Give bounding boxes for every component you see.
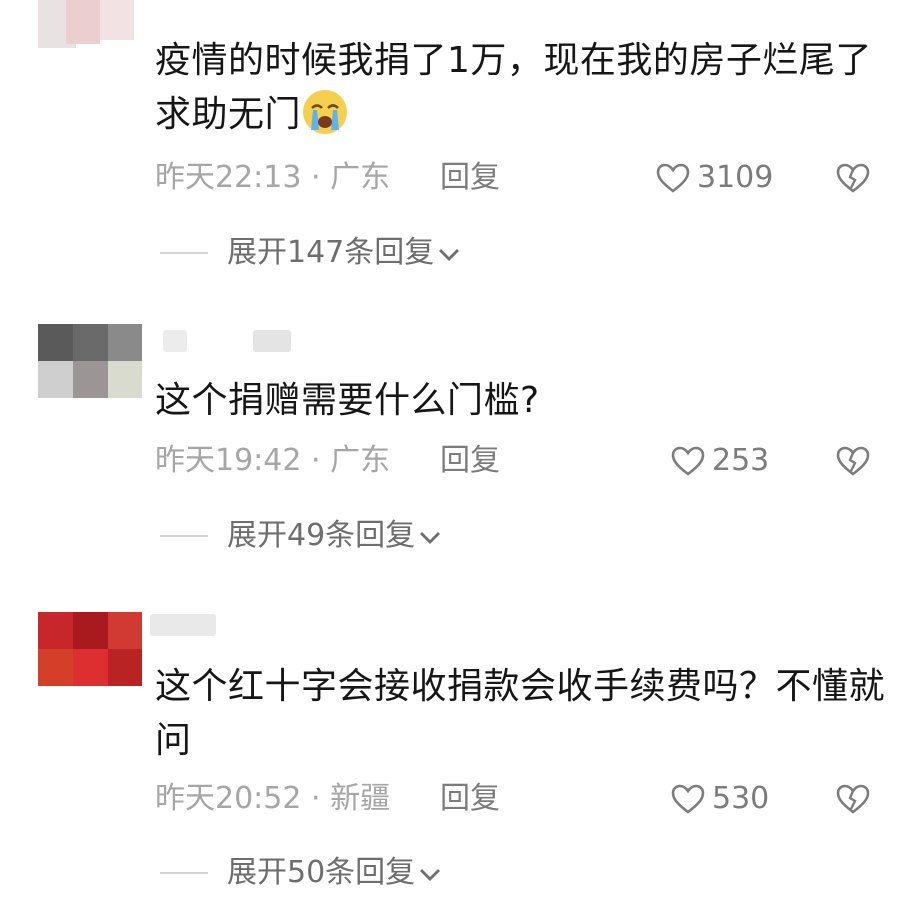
avatar[interactable] — [38, 612, 142, 686]
username-blurred — [155, 324, 291, 354]
avatar[interactable] — [38, 324, 142, 398]
expand-replies[interactable]: 展开50条回复 — [155, 853, 555, 893]
chevron-down-icon — [420, 868, 441, 881]
like-count: 530 — [712, 781, 770, 816]
reply-button[interactable]: 回复 — [440, 158, 500, 198]
timestamp-location: 昨天22:13 · 广东 — [155, 160, 391, 195]
like-button[interactable]: 3109 — [655, 158, 773, 198]
expand-replies[interactable]: 展开49条回复 — [155, 516, 555, 556]
comment-text: 这个捐赠需要什么门槛? — [155, 380, 540, 421]
divider-dash — [160, 252, 208, 254]
chevron-down-icon — [420, 531, 441, 544]
expand-replies-label: 展开49条回复 — [227, 518, 416, 553]
broken-heart-icon — [836, 163, 870, 193]
broken-heart-icon — [836, 446, 870, 476]
expand-replies-label: 展开50条回复 — [227, 855, 416, 890]
dislike-button[interactable] — [835, 441, 871, 481]
like-button[interactable]: 530 — [670, 779, 769, 819]
comment-meta: 昨天20:52 · 新疆 回复 530 — [155, 779, 875, 819]
expand-replies[interactable]: 展开147条回复 — [155, 233, 555, 273]
broken-heart-icon — [836, 784, 870, 814]
like-count: 253 — [712, 443, 770, 478]
comment-meta: 昨天19:42 · 广东 回复 253 — [155, 441, 875, 481]
reply-button[interactable]: 回复 — [440, 441, 500, 481]
comment-text: 疫情的时候我捐了1万，现在我的房子烂尾了求助无门 — [155, 40, 872, 135]
dislike-button[interactable] — [835, 158, 871, 198]
like-count: 3109 — [697, 160, 774, 195]
chevron-down-icon — [439, 248, 460, 261]
timestamp-location: 昨天19:42 · 广东 — [155, 443, 391, 478]
expand-replies-label: 展开147条回复 — [227, 235, 435, 270]
divider-dash — [160, 872, 208, 874]
username-blurred — [150, 608, 285, 638]
crying-face-emoji — [303, 90, 348, 134]
timestamp-location: 昨天20:52 · 新疆 — [155, 781, 391, 816]
dislike-button[interactable] — [835, 779, 871, 819]
comment-meta: 昨天22:13 · 广东 回复 3109 — [155, 158, 875, 198]
heart-outline-icon — [671, 784, 705, 814]
avatar[interactable] — [38, 0, 142, 48]
reply-button[interactable]: 回复 — [440, 779, 500, 819]
divider-dash — [160, 535, 208, 537]
heart-outline-icon — [671, 446, 705, 476]
heart-outline-icon — [656, 163, 690, 193]
like-button[interactable]: 253 — [670, 441, 769, 481]
comment-text: 这个红十字会接收捐款会收手续费吗？不懂就问 — [155, 666, 886, 761]
